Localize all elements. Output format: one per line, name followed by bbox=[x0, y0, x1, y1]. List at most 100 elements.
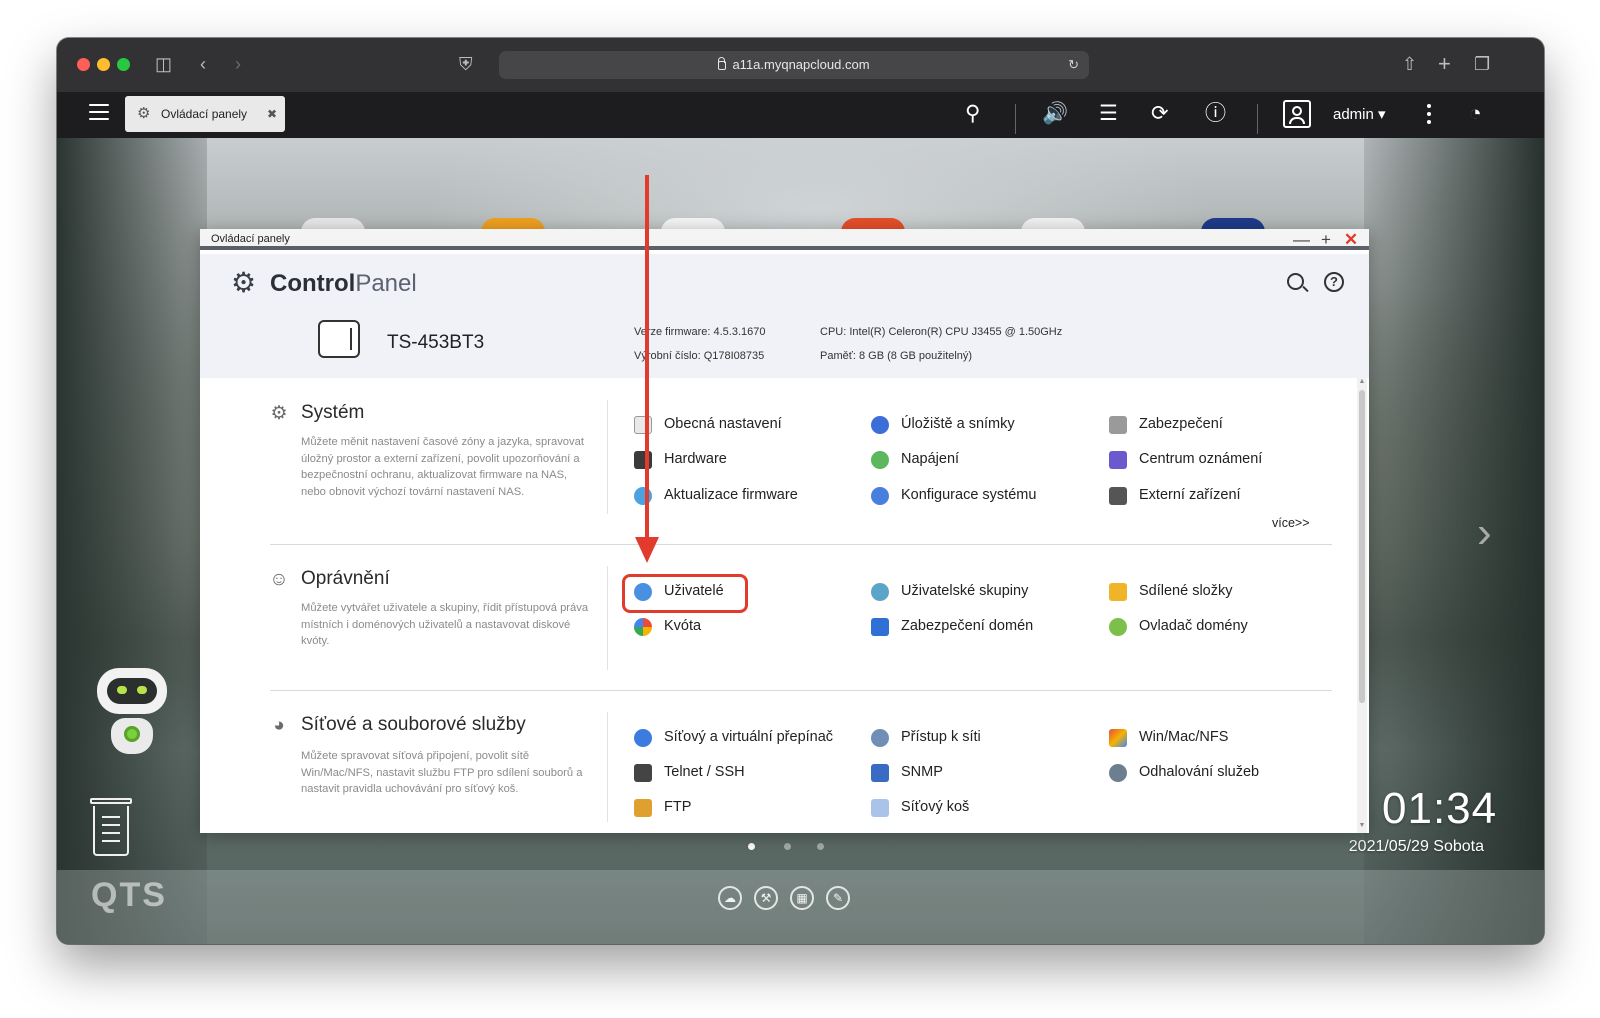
qts-topbar: ⚙ Ovládací panely ✖ ⚲ 🔊 ☰ ⟳ ⓘ admin ▾ ◔ bbox=[57, 92, 1544, 138]
tasks-icon[interactable]: ☰ bbox=[1099, 102, 1118, 126]
close-tab-icon[interactable]: ✖ bbox=[267, 96, 277, 132]
scroll-down-icon[interactable]: ▼ bbox=[1357, 822, 1367, 829]
user-icon[interactable] bbox=[1283, 100, 1311, 128]
section-desc-system: Můžete měnit nastavení časové zóny a jaz… bbox=[301, 436, 584, 498]
desktop-date: 2021/05/29 Sobota bbox=[1348, 838, 1484, 855]
storage-icon bbox=[871, 416, 889, 434]
section-title-network: Síťové a souborové služby bbox=[301, 714, 526, 735]
sidebar-toggle-icon[interactable]: ◫ bbox=[155, 53, 172, 75]
update-icon bbox=[634, 487, 652, 505]
admin-menu[interactable]: admin ▾ bbox=[1333, 105, 1386, 123]
service-discovery-icon bbox=[1109, 764, 1127, 782]
gear-icon: ⚙ bbox=[137, 105, 151, 122]
title-light: Panel bbox=[355, 270, 417, 297]
network-access-icon bbox=[871, 729, 889, 747]
users-icon bbox=[871, 583, 889, 601]
section-separator bbox=[607, 400, 608, 514]
menu-icon[interactable] bbox=[89, 104, 109, 120]
serial-value: Q178I08735 bbox=[703, 350, 765, 362]
serial-info: Výrobní číslo: Q178I08735 bbox=[634, 350, 764, 362]
cpu-info: CPU: Intel(R) Celeron(R) CPU J3455 @ 1.5… bbox=[820, 326, 1062, 338]
info-icon[interactable]: ⓘ bbox=[1205, 102, 1226, 126]
external-device-icon bbox=[1109, 487, 1127, 505]
ftp-icon bbox=[634, 799, 652, 817]
device-model: TS-453BT3 bbox=[387, 332, 485, 353]
annotation-arrow-head bbox=[635, 537, 659, 563]
scroll-up-icon[interactable]: ▲ bbox=[1357, 378, 1367, 385]
apps-icon[interactable]: ▦ bbox=[790, 886, 814, 910]
cpu-label: CPU: bbox=[820, 326, 847, 338]
memory-info: Paměť: 8 GB (8 GB použitelný) bbox=[820, 350, 972, 362]
lock-icon bbox=[1109, 416, 1127, 434]
more-link[interactable]: více>> bbox=[1272, 516, 1310, 530]
window-titlebar[interactable]: Ovládací panely — + ✕ bbox=[200, 229, 1369, 250]
shield-icon[interactable]: ⛨ bbox=[459, 53, 473, 75]
wallpaper-trees-left bbox=[57, 138, 207, 944]
tab-control-panel[interactable]: ⚙ Ovládací panely ✖ bbox=[125, 96, 285, 132]
page-dot[interactable] bbox=[784, 843, 791, 850]
separator bbox=[1257, 104, 1258, 134]
domain-controller-icon bbox=[1109, 618, 1127, 636]
address-text: a11a.myqnapcloud.com bbox=[732, 57, 870, 72]
close-button[interactable]: ✕ bbox=[1343, 229, 1359, 250]
user-icon: ☺ bbox=[269, 569, 289, 590]
tab-label: Ovládací panely bbox=[161, 107, 248, 121]
section-divider bbox=[270, 690, 1332, 691]
page-dot[interactable] bbox=[748, 843, 755, 850]
memory-value: 8 GB (8 GB použitelný) bbox=[858, 350, 973, 362]
globe-icon: ◕ bbox=[273, 715, 285, 736]
sync-icon[interactable]: ⟳ bbox=[1151, 102, 1169, 126]
separator bbox=[1015, 104, 1016, 134]
cloud-icon[interactable]: ☁ bbox=[718, 886, 742, 910]
address-bar[interactable]: a11a.myqnapcloud.com ↻ bbox=[499, 51, 1089, 79]
control-panel-header: ⚙ ControlPanel ? TS-453BT3 Verze firmwar… bbox=[200, 254, 1369, 378]
firmware-info: Verze firmware: 4.5.3.1670 bbox=[634, 326, 765, 338]
back-icon[interactable]: ‹ bbox=[200, 53, 206, 75]
notification-icon bbox=[1109, 451, 1127, 469]
page-dot[interactable] bbox=[817, 843, 824, 850]
gear-icon: ⚙ bbox=[270, 403, 288, 424]
document-icon bbox=[634, 416, 652, 434]
window-title: Ovládací panely bbox=[211, 233, 290, 245]
minimize-button[interactable]: — bbox=[1293, 229, 1310, 250]
section-divider bbox=[270, 544, 1332, 545]
tools-icon[interactable]: ⚒ bbox=[754, 886, 778, 910]
forward-icon[interactable]: › bbox=[235, 53, 241, 75]
zoom-window-button[interactable] bbox=[117, 58, 130, 71]
more-icon[interactable] bbox=[1427, 104, 1431, 128]
volume-icon[interactable]: 🔊 bbox=[1042, 102, 1068, 126]
hardware-icon bbox=[634, 451, 652, 469]
mac-window: ◫ ‹ › ⛨ a11a.myqnapcloud.com ↻ ⇧ + ❐ ⚙ O… bbox=[57, 38, 1544, 944]
dashboard-icon[interactable]: ◔ bbox=[1469, 102, 1482, 126]
minimize-window-button[interactable] bbox=[97, 58, 110, 71]
user-icon bbox=[634, 583, 652, 601]
tab-overview-icon[interactable]: ❐ bbox=[1474, 53, 1490, 75]
firmware-value: 4.5.3.1670 bbox=[713, 326, 766, 338]
quota-icon bbox=[634, 618, 652, 636]
domain-security-icon bbox=[871, 618, 889, 636]
reload-icon[interactable]: ↻ bbox=[1068, 51, 1079, 79]
notes-icon[interactable]: ✎ bbox=[826, 886, 850, 910]
control-panel-body: ▲ ▼ ⚙ Systém Můžete měnit nastavení časo… bbox=[200, 378, 1369, 833]
page-title: ControlPanel bbox=[270, 270, 417, 298]
config-icon bbox=[871, 487, 889, 505]
help-icon[interactable]: ? bbox=[1324, 272, 1344, 292]
desktop-clock: 01:34 bbox=[1382, 784, 1498, 833]
search-icon[interactable] bbox=[1287, 273, 1304, 290]
search-icon[interactable]: ⚲ bbox=[965, 102, 980, 126]
cpu-value: Intel(R) Celeron(R) CPU J3455 @ 1.50GHz bbox=[849, 326, 1063, 338]
qts-logo: QTS bbox=[91, 876, 167, 914]
trash-icon[interactable] bbox=[90, 798, 132, 856]
new-tab-icon[interactable]: + bbox=[1438, 53, 1451, 75]
qboost-robot-icon[interactable] bbox=[93, 668, 171, 758]
scrollbar-thumb[interactable] bbox=[1359, 390, 1365, 703]
folder-icon bbox=[1109, 583, 1127, 601]
win-mac-nfs-icon bbox=[1109, 729, 1127, 747]
next-page-icon[interactable]: › bbox=[1477, 508, 1492, 558]
browser-toolbar: ◫ ‹ › ⛨ a11a.myqnapcloud.com ↻ ⇧ + ❐ bbox=[57, 38, 1544, 92]
annotation-arrow-line bbox=[645, 175, 649, 537]
maximize-button[interactable]: + bbox=[1318, 229, 1334, 250]
recycle-bin-icon bbox=[871, 799, 889, 817]
close-window-button[interactable] bbox=[77, 58, 90, 71]
share-icon[interactable]: ⇧ bbox=[1402, 53, 1417, 75]
